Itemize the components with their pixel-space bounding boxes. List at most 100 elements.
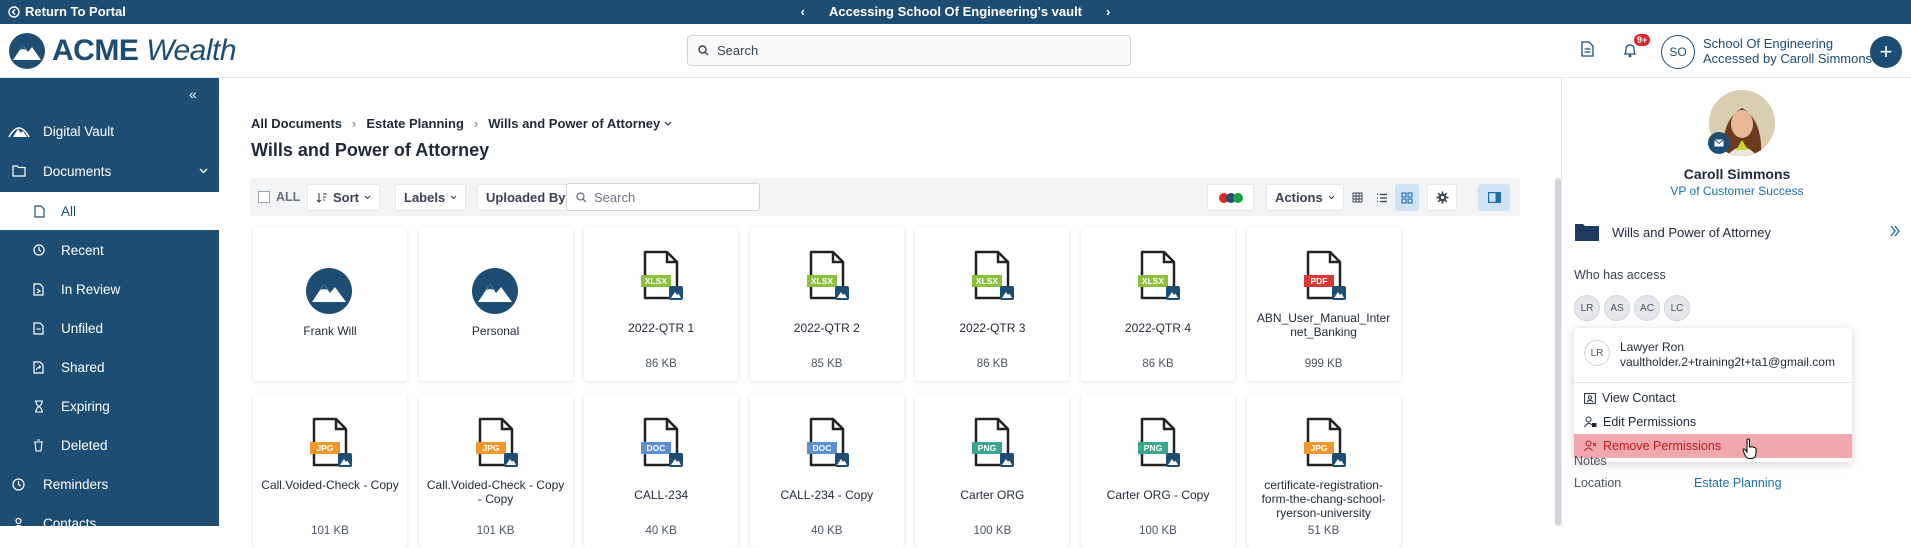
view-contact-menu-item[interactable]: View Contact (1574, 386, 1852, 410)
vault-card[interactable]: Frank Will (253, 227, 407, 381)
file-name: CALL-234 - Copy (780, 488, 874, 502)
plus-icon: + (1879, 39, 1893, 64)
sidebar-item-unfiled[interactable]: Unfiled (0, 309, 219, 347)
menu-item-label: Edit Permissions (1603, 415, 1697, 429)
sidebar-item-shared[interactable]: Shared (0, 348, 219, 386)
bell-icon[interactable] (1623, 42, 1637, 58)
file-card[interactable]: JPG Call.Voided-Check - Copy 101 KB (253, 394, 407, 548)
access-chip[interactable]: LC (1664, 295, 1690, 321)
file-card[interactable]: XLSX 2022-QTR 1 86 KB (584, 227, 739, 381)
breadcrumb-all-documents[interactable]: All Documents (251, 116, 342, 131)
add-button[interactable]: + (1870, 36, 1902, 68)
access-chip[interactable]: AC (1634, 295, 1660, 321)
file-name: 2022-QTR 1 (628, 321, 695, 335)
sidebar-item-deleted[interactable]: Deleted (0, 426, 219, 464)
file-type-icon: XLSX (641, 250, 684, 300)
account-avatar[interactable]: SO (1661, 35, 1695, 69)
global-search-input[interactable]: Search (687, 35, 1131, 66)
labels-filter-button[interactable]: Labels (395, 184, 467, 211)
contact-card-icon (1584, 392, 1596, 404)
select-all-control[interactable]: ALL (258, 190, 300, 204)
file-card[interactable]: JPG certificate-registration-form-the-cha… (1246, 394, 1401, 548)
actions-button[interactable]: Actions (1266, 184, 1344, 211)
file-type-icon: PNG (1138, 417, 1180, 467)
file-size: 86 KB (1142, 358, 1174, 370)
chevron-down-icon[interactable] (664, 121, 672, 127)
file-name: Personal (471, 324, 520, 338)
select-all-checkbox[interactable] (258, 191, 270, 203)
file-card[interactable]: XLSX 2022-QTR 3 86 KB (915, 227, 1070, 381)
access-chip[interactable]: AS (1604, 295, 1630, 321)
file-name: Call.Voided-Check - Copy (261, 478, 399, 492)
collapse-sidebar-icon[interactable]: « (189, 86, 197, 102)
sidebar-item-all[interactable]: All (0, 192, 219, 230)
location-value-link[interactable]: Estate Planning (1694, 476, 1782, 490)
uploaded-by-label: Uploaded By (486, 190, 566, 205)
file-card[interactable]: DOC CALL-234 - Copy 40 KB (749, 394, 904, 548)
file-card[interactable]: DOC CALL-234 40 KB (584, 394, 739, 548)
clock-icon (33, 244, 45, 256)
file-card[interactable]: XLSX 2022-QTR 4 86 KB (1081, 227, 1235, 381)
svg-text:XLSX: XLSX (976, 276, 999, 286)
list-view-button[interactable] (1370, 184, 1394, 211)
actions-label: Actions (1275, 190, 1323, 205)
panel-icon (1487, 192, 1501, 203)
sidebar-item-digital-vault[interactable]: Digital Vault (0, 112, 219, 150)
file-type-icon: JPG (310, 417, 352, 467)
sidebar-item-label: Recent (61, 242, 104, 258)
breadcrumb-current[interactable]: Wills and Power of Attorney (488, 116, 660, 131)
sidebar-item-label: Unfiled (61, 320, 104, 336)
sidebar-item-in-review[interactable]: In Review (0, 270, 219, 308)
expand-panel-icon[interactable] (1889, 225, 1901, 237)
main-content: All Documents › Estate Planning › Wills … (219, 78, 1560, 548)
file-size: 101 KB (476, 525, 515, 537)
trash-icon (33, 438, 44, 452)
app-header: ACME Wealth Search 9+ SO School Of Engin… (0, 24, 1911, 78)
remove-permissions-menu-item[interactable]: Remove Permissions (1574, 434, 1852, 458)
grid-view-button[interactable] (1345, 184, 1369, 211)
notes-label: Notes (1574, 454, 1607, 468)
access-chip[interactable]: LR (1574, 295, 1600, 321)
selected-folder-name: Wills and Power of Attorney (1612, 224, 1771, 240)
file-toolbar: ALL Sort Labels Uploaded By Search Actio… (250, 178, 1520, 216)
tile-view-button[interactable] (1395, 184, 1419, 211)
sidebar-item-label: In Review (61, 281, 121, 297)
color-labels-button[interactable] (1207, 184, 1254, 211)
account-info[interactable]: School Of Engineering Accessed by Caroll… (1703, 36, 1872, 66)
tiles-icon (1401, 191, 1413, 204)
file-card[interactable]: XLSX 2022-QTR 2 85 KB (749, 227, 904, 381)
toggle-details-panel-button[interactable] (1478, 184, 1510, 211)
sidebar-item-label: Expiring (61, 398, 110, 414)
vault-switcher: ‹ Accessing School Of Engineering's vault… (0, 4, 1911, 19)
breadcrumb: All Documents › Estate Planning › Wills … (251, 116, 672, 131)
chevron-down-icon (1328, 195, 1335, 200)
next-vault-chevron-icon[interactable]: › (1106, 4, 1110, 19)
page-title: Wills and Power of Attorney (251, 140, 490, 160)
sidebar-item-recent[interactable]: Recent (0, 231, 219, 269)
vault-card[interactable]: Personal (418, 227, 573, 381)
prev-vault-chevron-icon[interactable]: ‹ (801, 4, 805, 19)
document-icon[interactable] (1581, 41, 1594, 57)
edit-permissions-menu-item[interactable]: Edit Permissions (1574, 410, 1852, 434)
sidebar-item-documents[interactable]: Documents (0, 152, 219, 190)
acme-logo[interactable]: ACME Wealth (8, 32, 237, 70)
sort-button[interactable]: Sort (307, 184, 380, 211)
svg-text:XLSX: XLSX (1142, 276, 1165, 286)
file-card[interactable]: JPG Call.Voided-Check - Copy - Copy 101 KB (418, 394, 573, 548)
sidebar-item-reminders[interactable]: Reminders (0, 465, 219, 503)
file-size: 100 KB (973, 525, 1012, 537)
file-size: 100 KB (1139, 525, 1177, 537)
file-card[interactable]: PDF ABN_User_Manual_Inter net_Banking 999 … (1246, 227, 1401, 381)
file-card[interactable]: PNG Carter ORG 100 KB (915, 394, 1070, 548)
sidebar-item-expiring[interactable]: Expiring (0, 387, 219, 425)
account-name: School Of Engineering (1703, 36, 1834, 51)
file-search-input[interactable]: Search (566, 183, 760, 211)
breadcrumb-estate-planning[interactable]: Estate Planning (366, 116, 464, 131)
file-card[interactable]: PNG Carter ORG - Copy 100 KB (1081, 394, 1235, 548)
review-icon (33, 282, 45, 296)
settings-button[interactable] (1427, 184, 1457, 211)
email-contact-button[interactable] (1708, 132, 1730, 154)
hourglass-icon (34, 399, 44, 413)
sidebar-item-contacts[interactable]: Contacts (0, 504, 219, 542)
file-name: 2022-QTR 2 (793, 321, 860, 335)
